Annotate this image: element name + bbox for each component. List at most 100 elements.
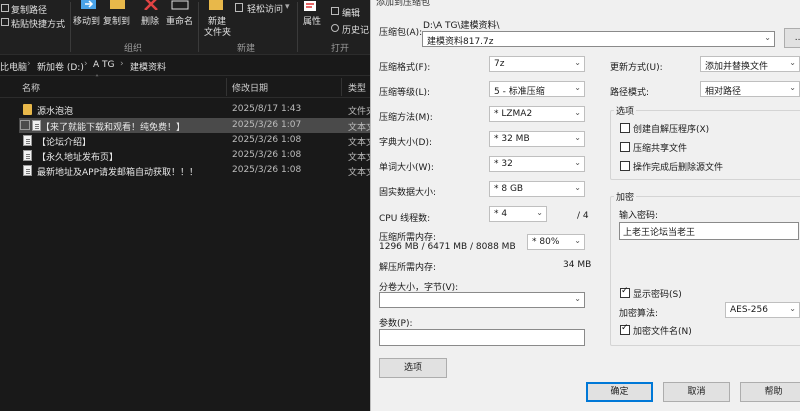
breadcrumb-this-pc[interactable]: 比电脑 — [0, 60, 27, 73]
new-folder-button-line2[interactable]: 文件夹 — [204, 25, 231, 38]
text-file-icon — [23, 135, 32, 146]
method-value: * LZMA2 — [494, 109, 533, 119]
move-to-icon — [81, 0, 96, 9]
chevron-down-icon: ⌄ — [789, 304, 796, 313]
copy-path-button[interactable]: 复制路径 — [11, 3, 47, 16]
encryption-method-label: 加密算法: — [619, 309, 659, 319]
chevron-down-icon: ▾ — [285, 2, 290, 12]
options-group-title: 选项 — [614, 104, 637, 117]
archive-label: 压缩包(A): — [379, 28, 423, 38]
ribbon-toolbar: 复制路径 粘贴快捷方式 移动到 复制到 删除 重命名 组织 新建 文件夹 轻松访… — [0, 0, 370, 55]
encrypt-filenames-checkbox[interactable] — [620, 323, 630, 335]
copy-path-icon — [1, 4, 9, 12]
delete-button[interactable]: 删除 — [141, 14, 159, 27]
show-password-checkbox[interactable] — [620, 286, 630, 298]
chevron-down-icon: ⌄ — [789, 83, 796, 92]
archive-name-combo[interactable]: 建模资料817.7z ⌄ — [422, 31, 775, 47]
chevron-down-icon: ⌄ — [536, 208, 543, 217]
text-file-icon — [23, 165, 32, 176]
move-to-button[interactable]: 移动到 — [73, 14, 100, 27]
selection-checkbox[interactable] — [20, 120, 30, 130]
chevron-down-icon: ⌄ — [574, 294, 581, 303]
level-label: 压缩等级(L): — [379, 88, 431, 98]
options-button[interactable]: 选项 — [379, 358, 447, 378]
solid-size-select[interactable]: * 8 GB ⌄ — [489, 181, 585, 197]
memory-percent-select[interactable]: * 80% ⌄ — [527, 234, 585, 250]
file-name: 最新地址及APP请发邮箱自动获取！！！ — [37, 168, 199, 178]
text-file-icon — [23, 150, 32, 161]
chevron-down-icon: ⌄ — [574, 83, 581, 92]
text-file-icon — [32, 120, 41, 131]
breadcrumb-a-tg[interactable]: A TG — [93, 60, 115, 70]
cpu-threads-label: CPU 线程数: — [379, 214, 431, 224]
file-explorer-window: 复制路径 粘贴快捷方式 移动到 复制到 删除 重命名 组织 新建 文件夹 轻松访… — [0, 0, 370, 411]
new-folder-icon — [209, 0, 223, 10]
dictionary-select[interactable]: * 32 MB ⌄ — [489, 131, 585, 147]
memory-percent-value: * 80% — [532, 237, 560, 247]
chevron-down-icon: ⌄ — [574, 58, 581, 67]
list-item[interactable]: 【永久地址发布页】 2025/3/26 1:08 文本文 — [19, 148, 370, 163]
easy-access-icon — [235, 3, 243, 12]
easy-access-button[interactable]: 轻松访问 — [247, 2, 283, 15]
word-size-select[interactable]: * 32 ⌄ — [489, 156, 585, 172]
rename-button[interactable]: 重命名 — [166, 14, 193, 27]
update-mode-value: 添加并替换文件 — [705, 62, 769, 72]
parameters-input[interactable] — [379, 329, 585, 346]
edit-button[interactable]: 编辑 — [342, 6, 360, 19]
list-item[interactable]: 【来了就能下载和观看！纯免费！】 2025/3/26 1:07 文本文 — [19, 118, 370, 133]
help-button[interactable]: 帮助 — [740, 382, 800, 402]
cpu-threads-select[interactable]: * 4 ⌄ — [489, 206, 547, 222]
list-item[interactable]: 【论坛介绍】 2025/3/26 1:08 文本文 — [19, 133, 370, 148]
browse-button[interactable]: ... — [784, 28, 800, 48]
encryption-group-title: 加密 — [614, 190, 637, 203]
group-open-label: 打开 — [331, 44, 350, 54]
column-header-name[interactable]: 名称 — [22, 81, 40, 94]
method-select[interactable]: * LZMA2 ⌄ — [489, 106, 585, 122]
split-volume-combo[interactable]: ⌄ — [379, 292, 585, 308]
list-item[interactable]: 最新地址及APP请发邮箱自动获取！！！ 2025/3/26 1:08 文本文 — [19, 163, 370, 178]
paste-shortcut-button[interactable]: 粘贴快捷方式 — [11, 17, 65, 30]
compress-shared-checkbox[interactable] — [620, 142, 630, 152]
file-name: 【永久地址发布页】 — [37, 153, 119, 163]
password-value: 上老王论坛当老王 — [623, 228, 696, 238]
delete-icon — [144, 0, 158, 10]
file-name: 【来了就能下载和观看！纯免费！】 — [41, 123, 186, 133]
chevron-down-icon: ⌄ — [764, 33, 771, 42]
breadcrumb-drive-d[interactable]: 新加卷 (D:) — [37, 60, 84, 73]
path-mode-select[interactable]: 相对路径 ⌄ — [700, 81, 800, 97]
cpu-threads-value: * 4 — [494, 209, 508, 219]
properties-button[interactable]: 属性 — [303, 14, 321, 27]
properties-icon — [304, 1, 316, 11]
column-header-type[interactable]: 类型 — [348, 81, 366, 94]
create-sfx-checkbox[interactable] — [620, 123, 630, 133]
file-type: 文本文 — [348, 138, 370, 148]
chevron-down-icon: ⌄ — [574, 236, 581, 245]
chevron-down-icon: ⌄ — [574, 158, 581, 167]
ok-button[interactable]: 确定 — [586, 382, 653, 402]
breadcrumb-modeling-materials[interactable]: 建模资料 — [130, 60, 166, 73]
password-input[interactable]: 上老王论坛当老王 — [619, 222, 799, 240]
copy-to-button[interactable]: 复制到 — [103, 14, 130, 27]
column-header-modified[interactable]: 修改日期 — [232, 81, 268, 94]
file-name: 【论坛介绍】 — [37, 138, 92, 148]
update-mode-select[interactable]: 添加并替换文件 ⌄ — [700, 56, 800, 72]
edit-icon — [331, 7, 339, 15]
add-to-archive-dialog: 添加到压缩包 压缩包(A): D:\A TG\建模资料\ 建模资料817.7z … — [370, 0, 800, 411]
file-modified: 2025/3/26 1:08 — [232, 165, 302, 175]
cancel-button[interactable]: 取消 — [663, 382, 730, 402]
chevron-down-icon: ⌄ — [574, 133, 581, 142]
compress-shared-label: 压缩共享文件 — [633, 144, 688, 154]
delete-after-checkbox[interactable] — [620, 161, 630, 171]
group-organize-label: 组织 — [124, 44, 143, 54]
level-select[interactable]: 5 - 标准压缩 ⌄ — [489, 81, 585, 97]
history-button[interactable]: 历史记 — [342, 23, 369, 36]
format-select[interactable]: 7z ⌄ — [489, 56, 585, 72]
parameters-label: 参数(P): — [379, 319, 413, 329]
archive-path: D:\A TG\建模资料\ — [423, 21, 500, 31]
dictionary-value: * 32 MB — [494, 134, 530, 144]
breadcrumb[interactable]: 比电脑 › 新加卷 (D:) › A TG › 建模资料 — [0, 56, 370, 76]
chevron-right-icon: › — [27, 59, 31, 69]
list-item[interactable]: 源水泡泡 2025/8/17 1:43 文件夹 — [19, 102, 370, 117]
encryption-method-select[interactable]: AES-256 ⌄ — [725, 302, 800, 318]
ribbon-divider — [297, 2, 298, 52]
